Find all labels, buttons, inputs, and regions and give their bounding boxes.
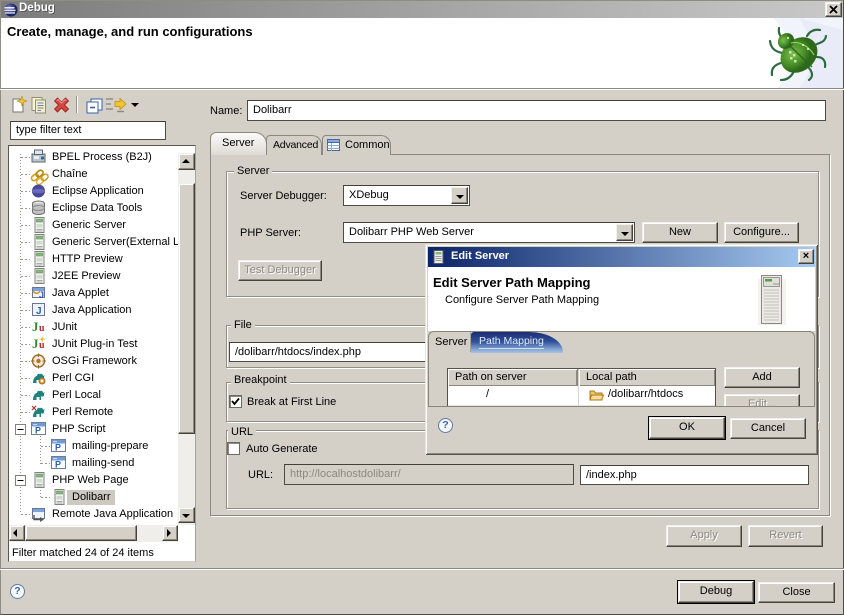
svg-text:J: J <box>32 319 39 334</box>
svg-text:J: J <box>39 290 44 300</box>
svg-text:J: J <box>36 306 42 317</box>
svg-text:u: u <box>39 323 45 334</box>
svg-text:u: u <box>39 340 45 351</box>
svg-text:J: J <box>32 336 39 351</box>
